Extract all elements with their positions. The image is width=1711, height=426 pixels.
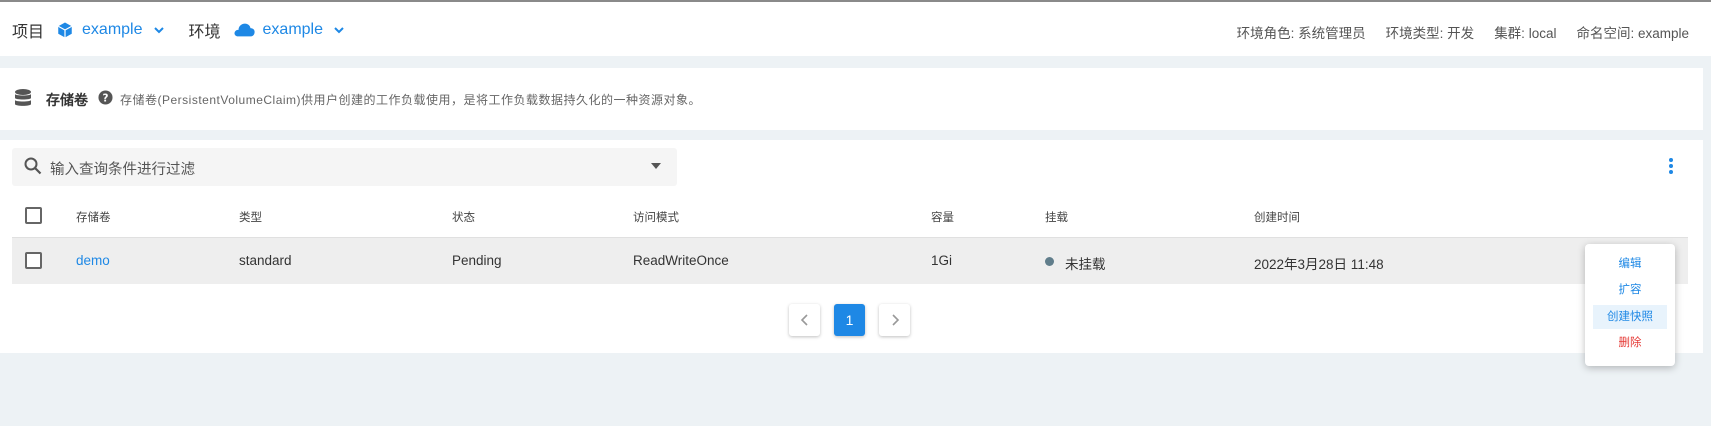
table-header: 存储卷 类型 状态 访问模式 容量 挂载 创建时间 bbox=[12, 194, 1688, 238]
volume-type: standard bbox=[239, 253, 292, 268]
col-type[interactable]: 类型 bbox=[239, 209, 262, 225]
col-mount[interactable]: 挂载 bbox=[1045, 209, 1068, 225]
volume-capacity: 1Gi bbox=[931, 253, 953, 268]
env-info: 环境角色: 系统管理员 环境类型: 开发 集群: local 命名空间: exa… bbox=[1217, 22, 1689, 42]
filter-placeholder: 输入查询条件进行过滤 bbox=[50, 162, 195, 178]
volume-access-mode: ReadWriteOnce bbox=[633, 253, 729, 268]
namespace-info: 命名空间: example bbox=[1576, 26, 1689, 41]
env-value: example bbox=[262, 21, 323, 38]
top-bar: 项目 example 环境 example 环境角色: 系统管理员 环境类型: … bbox=[0, 0, 1711, 56]
cloud-icon bbox=[234, 23, 255, 37]
col-created[interactable]: 创建时间 bbox=[1254, 209, 1300, 225]
cube-icon bbox=[57, 22, 73, 38]
col-name[interactable]: 存储卷 bbox=[76, 209, 111, 225]
volume-status: Pending bbox=[452, 253, 502, 268]
next-page-button[interactable] bbox=[879, 304, 910, 336]
env-type: 环境类型: 开发 bbox=[1385, 26, 1475, 41]
menu-item-delete[interactable]: 删除 bbox=[1593, 331, 1667, 355]
chevron-right-icon bbox=[891, 314, 899, 326]
project-selector[interactable]: example bbox=[56, 21, 164, 39]
volume-name-link[interactable]: demo bbox=[76, 253, 110, 268]
menu-item-create-snapshot[interactable]: 创建快照 bbox=[1593, 305, 1667, 329]
select-all-checkbox[interactable] bbox=[25, 207, 42, 224]
context-selectors: 项目 example 环境 example bbox=[12, 18, 369, 42]
more-options-icon[interactable] bbox=[1669, 158, 1673, 176]
volume-created: 2022年3月28日 11:48 bbox=[1254, 257, 1384, 272]
filter-input[interactable]: 输入查询条件进行过滤 bbox=[12, 148, 677, 186]
help-icon[interactable]: ? bbox=[98, 90, 113, 105]
col-access-mode[interactable]: 访问模式 bbox=[633, 209, 679, 225]
page-button[interactable]: 1 bbox=[834, 304, 865, 336]
search-icon bbox=[24, 157, 42, 175]
project-label: 项目 bbox=[12, 24, 45, 41]
volume-mount: 未挂载 bbox=[1065, 257, 1106, 272]
env-selector[interactable]: example bbox=[233, 21, 345, 39]
svg-text:?: ? bbox=[103, 92, 109, 104]
page-title: 存储卷 bbox=[46, 92, 88, 108]
env-label: 环境 bbox=[188, 24, 221, 41]
chevron-down-icon bbox=[153, 27, 164, 34]
filter-dropdown-icon[interactable] bbox=[651, 163, 661, 169]
prev-page-button[interactable] bbox=[789, 304, 820, 336]
row-checkbox[interactable] bbox=[25, 252, 42, 269]
database-icon bbox=[15, 89, 31, 106]
chevron-left-icon bbox=[800, 314, 808, 326]
volume-list-card: 输入查询条件进行过滤 存储卷 类型 状态 访问模式 容量 挂载 创建时间 dem… bbox=[0, 140, 1703, 353]
env-role: 环境角色: 系统管理员 bbox=[1236, 26, 1366, 41]
mount-status-dot bbox=[1045, 257, 1054, 266]
col-capacity[interactable]: 容量 bbox=[931, 209, 954, 225]
row-actions-menu: 编辑 扩容 创建快照 删除 bbox=[1585, 244, 1675, 366]
menu-item-expand[interactable]: 扩容 bbox=[1593, 278, 1667, 302]
project-value: example bbox=[82, 21, 143, 38]
table-row[interactable]: demo standard Pending ReadWriteOnce 1Gi … bbox=[12, 238, 1688, 284]
page-description: 存储卷(PersistentVolumeClaim)供用户创建的工作负载使用，是… bbox=[120, 93, 702, 107]
description-bar: 存储卷 ? 存储卷(PersistentVolumeClaim)供用户创建的工作… bbox=[0, 68, 1703, 130]
col-status[interactable]: 状态 bbox=[452, 209, 475, 225]
menu-item-edit[interactable]: 编辑 bbox=[1593, 252, 1667, 276]
chevron-down-icon bbox=[334, 27, 344, 34]
cluster-info: 集群: local bbox=[1494, 26, 1557, 41]
